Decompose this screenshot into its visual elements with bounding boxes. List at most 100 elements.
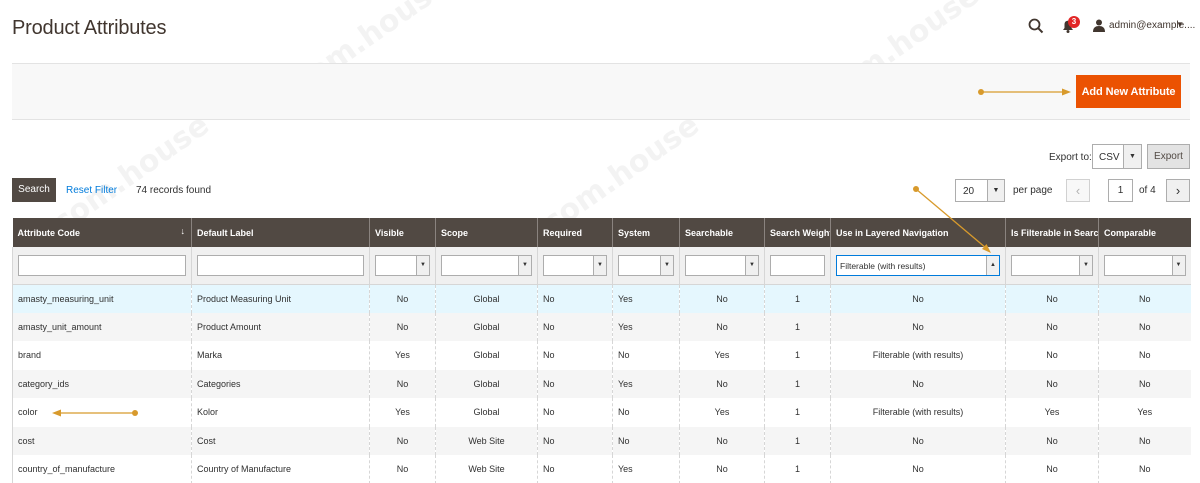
- cell-search-weight: 1: [764, 455, 831, 483]
- cell-filterable-in-search: No: [1005, 341, 1099, 370]
- user-icon[interactable]: [1093, 19, 1105, 32]
- filter-layered-navigation-select[interactable]: Filterable (with results) ▲: [836, 254, 1000, 276]
- cell-comparable: No: [1098, 455, 1191, 483]
- column-header-layered-navigation[interactable]: Use in Layered Navigation: [830, 218, 1006, 247]
- table-row[interactable]: brand Marka Yes Global No No Yes 1 Filte…: [12, 341, 1191, 370]
- cell-scope: Global: [435, 398, 538, 427]
- cell-required: No: [537, 455, 613, 483]
- column-header-required[interactable]: Required: [537, 218, 613, 247]
- current-page-input[interactable]: 1: [1108, 179, 1133, 202]
- cell-searchable: Yes: [679, 341, 765, 370]
- filter-filterable-in-search-select[interactable]: ▼: [1011, 254, 1093, 276]
- cell-required: No: [537, 398, 613, 427]
- cell-filterable-in-search: No: [1005, 369, 1099, 398]
- chevron-up-icon: ▲: [986, 255, 999, 275]
- cell-layered-navigation: Filterable (with results): [830, 398, 1006, 427]
- cell-attribute-code: color: [12, 398, 192, 427]
- cell-default-label: Product Measuring Unit: [191, 284, 370, 313]
- filter-system-select[interactable]: ▼: [618, 254, 674, 276]
- cell-required: No: [537, 341, 613, 370]
- table-row[interactable]: amasty_unit_amount Product Amount No Glo…: [12, 312, 1191, 341]
- column-header-comparable[interactable]: Comparable: [1098, 218, 1191, 247]
- next-page-button[interactable]: ›: [1166, 179, 1190, 202]
- page-actions-bar: [12, 63, 1190, 120]
- cell-visible: No: [369, 284, 436, 313]
- cell-default-label: Kolor: [191, 398, 370, 427]
- column-header-filterable-in-search[interactable]: Is Filterable in Search: [1005, 218, 1099, 247]
- cell-scope: Global: [435, 341, 538, 370]
- cell-comparable: No: [1098, 426, 1191, 455]
- cell-attribute-code: brand: [12, 341, 192, 370]
- filter-search-weight-input[interactable]: [770, 254, 825, 276]
- cell-default-label: Marka: [191, 341, 370, 370]
- cell-required: No: [537, 284, 613, 313]
- attributes-grid: Attribute Code ↓ Default Label Visible Sc…: [12, 218, 1191, 483]
- per-page-select[interactable]: 20 ▼: [955, 179, 1005, 202]
- per-page-value: 20: [963, 186, 975, 197]
- cell-searchable: Yes: [679, 398, 765, 427]
- cell-search-weight: 1: [764, 369, 831, 398]
- previous-page-button[interactable]: ‹: [1066, 179, 1090, 202]
- cell-required: No: [537, 426, 613, 455]
- column-header-system[interactable]: System: [612, 218, 680, 247]
- search-icon[interactable]: [1028, 18, 1044, 34]
- add-new-attribute-button[interactable]: Add New Attribute: [1076, 75, 1181, 108]
- notifications-badge[interactable]: 3: [1068, 16, 1080, 28]
- chevron-down-icon[interactable]: ▼: [1176, 20, 1184, 29]
- column-header-visible[interactable]: Visible: [369, 218, 436, 247]
- search-button[interactable]: Search: [12, 178, 56, 202]
- cell-system: Yes: [612, 312, 680, 341]
- cell-required: No: [537, 312, 613, 341]
- export-label: Export to:: [1049, 152, 1092, 163]
- chevron-down-icon: ▼: [593, 255, 606, 275]
- cell-layered-navigation: Filterable (with results): [830, 341, 1006, 370]
- cell-visible: Yes: [369, 341, 436, 370]
- table-row[interactable]: amasty_measuring_unit Product Measuring …: [12, 284, 1191, 313]
- cell-scope: Web Site: [435, 426, 538, 455]
- table-row[interactable]: cost Cost No Web Site No No No 1 No No N…: [12, 426, 1191, 455]
- column-header-searchable[interactable]: Searchable: [679, 218, 765, 247]
- column-header-search-weight[interactable]: Search Weight: [764, 218, 831, 247]
- reset-filter-link[interactable]: Reset Filter: [66, 185, 117, 196]
- filter-visible-select[interactable]: ▼: [375, 254, 430, 276]
- filter-default-label-input[interactable]: [197, 254, 364, 276]
- cell-layered-navigation: No: [830, 455, 1006, 483]
- grid-header-row: Attribute Code ↓ Default Label Visible Sc…: [12, 218, 1191, 247]
- per-page-label: per page: [1013, 185, 1053, 196]
- column-header-attribute-code[interactable]: Attribute Code ↓: [12, 218, 192, 247]
- cell-filterable-in-search: No: [1005, 312, 1099, 341]
- chevron-down-icon: ▼: [987, 180, 1004, 201]
- cell-searchable: No: [679, 369, 765, 398]
- cell-system: Yes: [612, 284, 680, 313]
- export-format-select[interactable]: CSV ▼: [1092, 144, 1142, 169]
- column-header-label: Attribute Code: [17, 227, 81, 238]
- table-row[interactable]: country_of_manufacture Country of Manufa…: [12, 455, 1191, 483]
- filter-searchable-select[interactable]: ▼: [685, 254, 759, 276]
- chevron-down-icon: ▼: [518, 255, 531, 275]
- cell-searchable: No: [679, 426, 765, 455]
- chevron-down-icon: ▼: [1123, 145, 1141, 168]
- filter-layered-navigation-value: Filterable (with results): [840, 260, 926, 271]
- export-format-value: CSV: [1099, 152, 1120, 163]
- filter-required-select[interactable]: ▼: [543, 254, 607, 276]
- filter-scope-select[interactable]: ▼: [441, 254, 532, 276]
- table-row[interactable]: category_ids Categories No Global No Yes…: [12, 369, 1191, 398]
- cell-comparable: No: [1098, 341, 1191, 370]
- cell-filterable-in-search: Yes: [1005, 398, 1099, 427]
- cell-default-label: Product Amount: [191, 312, 370, 341]
- column-header-default-label[interactable]: Default Label: [191, 218, 370, 247]
- cell-searchable: No: [679, 312, 765, 341]
- cell-default-label: Categories: [191, 369, 370, 398]
- filter-attribute-code-input[interactable]: [18, 254, 186, 276]
- cell-scope: Global: [435, 312, 538, 341]
- cell-system: No: [612, 398, 680, 427]
- cell-comparable: Yes: [1098, 398, 1191, 427]
- sort-arrow-icon: ↓: [180, 226, 186, 236]
- cell-system: Yes: [612, 455, 680, 483]
- cell-comparable: No: [1098, 369, 1191, 398]
- filter-comparable-select[interactable]: ▼: [1104, 254, 1186, 276]
- cell-attribute-code: category_ids: [12, 369, 192, 398]
- column-header-scope[interactable]: Scope: [435, 218, 538, 247]
- table-row[interactable]: color Kolor Yes Global No No Yes 1 Filte…: [12, 398, 1191, 427]
- export-button[interactable]: Export: [1147, 144, 1190, 169]
